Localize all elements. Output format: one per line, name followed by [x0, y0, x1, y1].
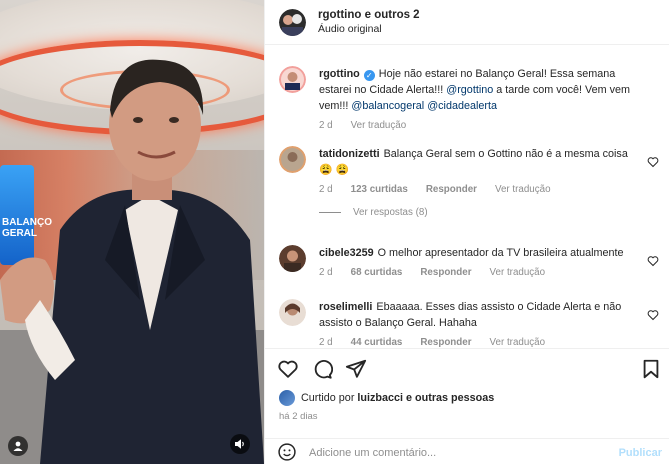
caption: rgottino ✓ Hoje não estarei no Balanço Ger… — [279, 66, 659, 131]
comment-bubble-icon[interactable] — [311, 358, 333, 380]
replies-divider — [319, 212, 341, 213]
comment-item: tatidonizetti Balança Geral sem o Gottino… — [279, 146, 659, 218]
comment-likes[interactable]: 123 curtidas — [351, 184, 408, 195]
comment-likes[interactable]: 68 curtidas — [351, 267, 403, 278]
view-replies-label[interactable]: Ver respostas (8) — [353, 207, 428, 218]
liker-avatar — [279, 390, 295, 406]
add-comment-bar: Publicar — [265, 438, 669, 464]
reply-button[interactable]: Responder — [420, 267, 471, 278]
comment-body: O melhor apresentador da TV brasileira a… — [377, 247, 624, 259]
liked-by-user[interactable]: luizbacci — [357, 392, 403, 404]
comment-time: 2 d — [319, 267, 333, 278]
post-panel: rgottino e outros 2 Áudio original rgott… — [264, 0, 669, 464]
mute-button[interactable] — [230, 434, 250, 454]
caption-text: rgottino ✓ Hoje não estarei no Balanço Ger… — [319, 66, 649, 114]
emoji-icon[interactable] — [277, 442, 297, 462]
commenter-avatar[interactable] — [279, 146, 306, 173]
comment-text: cibele3259 O melhor apresentador da TV br… — [319, 245, 649, 261]
caption-avatar[interactable] — [279, 66, 306, 93]
comment-username[interactable]: cibele3259 — [319, 247, 374, 259]
presenter-figure — [0, 59, 264, 464]
mention-rgottino[interactable]: @rgottino — [446, 84, 493, 96]
user-tag-icon — [13, 441, 23, 451]
post-date: há 2 dias — [279, 411, 318, 422]
comment-emoji: 😩 😩 — [319, 164, 349, 176]
post-video[interactable]: BALANÇO GERAL — [0, 0, 264, 464]
post-actions — [265, 348, 669, 388]
caption-time: 2 d — [319, 120, 333, 131]
mention-cidadealerta[interactable]: @cidadealerta — [427, 100, 497, 112]
comment-likes[interactable]: 44 curtidas — [351, 337, 403, 348]
tag-button[interactable] — [8, 436, 28, 456]
post-authors[interactable]: rgottino e outros 2 — [318, 8, 420, 22]
liked-by-others[interactable]: outras pessoas — [415, 392, 494, 404]
liked-by-prefix: Curtido por — [301, 392, 355, 404]
liked-by-connector: e — [406, 392, 413, 404]
verified-badge-icon: ✓ — [363, 70, 375, 81]
comment-body: Balança Geral sem o Gottino não é a mesm… — [383, 148, 628, 160]
author-avatar[interactable] — [279, 8, 306, 36]
caption-username[interactable]: rgottino — [319, 68, 360, 80]
speaker-icon — [235, 439, 244, 449]
post-header: rgottino e outros 2 Áudio original — [265, 0, 669, 45]
comment-username[interactable]: roselimelli — [319, 301, 372, 313]
bookmark-icon[interactable] — [640, 358, 662, 380]
comment-like-heart-icon[interactable] — [647, 309, 659, 321]
caption-meta: 2 d Ver tradução — [319, 120, 659, 131]
comment-text: tatidonizetti Balança Geral sem o Gottino… — [319, 146, 649, 178]
comment-item: roselimelli Ebaaaaa. Esses dias assisto o… — [279, 299, 659, 348]
comments-list[interactable]: rgottino ✓ Hoje não estarei no Balanço Ger… — [265, 46, 669, 348]
reply-button[interactable]: Responder — [420, 337, 471, 348]
comment-like-heart-icon[interactable] — [647, 255, 659, 267]
translate-link[interactable]: Ver tradução — [490, 267, 546, 278]
like-heart-icon[interactable] — [277, 358, 299, 380]
audio-label[interactable]: Áudio original — [318, 22, 420, 36]
comment-time: 2 d — [319, 337, 333, 348]
commenter-avatar[interactable] — [279, 245, 306, 272]
comment-username[interactable]: tatidonizetti — [319, 148, 380, 160]
comment-like-heart-icon[interactable] — [647, 156, 659, 168]
comment-input[interactable] — [309, 444, 589, 459]
share-send-icon[interactable] — [345, 358, 367, 380]
comment-meta: 2 d 123 curtidas Responder Ver tradução — [319, 184, 659, 195]
comment-time: 2 d — [319, 184, 333, 195]
comment-meta: 2 d 44 curtidas Responder Ver tradução — [319, 337, 659, 348]
commenter-avatar[interactable] — [279, 299, 306, 326]
mention-balancogeral[interactable]: @balancogeral — [351, 100, 424, 112]
translate-link[interactable]: Ver tradução — [490, 337, 546, 348]
liked-by[interactable]: Curtido por luizbacci e outras pessoas — [279, 390, 494, 406]
comment-item: cibele3259 O melhor apresentador da TV br… — [279, 245, 659, 278]
comment-meta: 2 d 68 curtidas Responder Ver tradução — [319, 267, 659, 278]
translate-link[interactable]: Ver tradução — [495, 184, 551, 195]
publish-button[interactable]: Publicar — [619, 447, 662, 459]
comment-text: roselimelli Ebaaaaa. Esses dias assisto o… — [319, 299, 649, 331]
caption-translate-link[interactable]: Ver tradução — [351, 120, 407, 131]
view-replies[interactable]: Ver respostas (8) — [319, 207, 659, 218]
reply-button[interactable]: Responder — [426, 184, 477, 195]
